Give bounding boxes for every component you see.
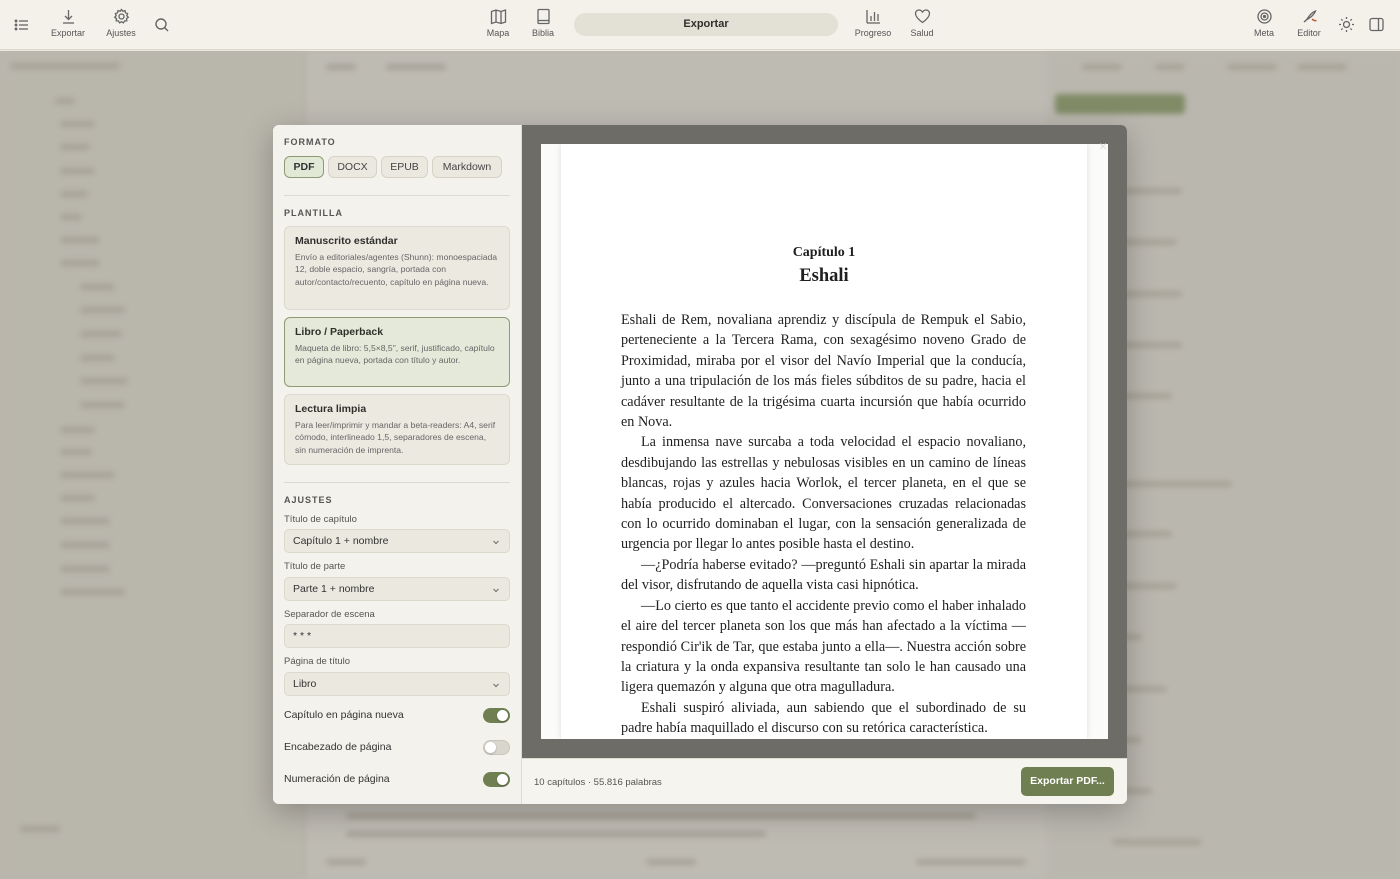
pdf-preview-frame[interactable]: Capítulo 1 Eshali Eshali de Rem, novalia…	[541, 144, 1108, 739]
gear-icon	[113, 8, 129, 24]
page-numbering-toggle[interactable]	[483, 772, 510, 787]
paragraph: Eshali de Rem, novaliana aprendiz y disc…	[621, 312, 1026, 431]
scene-separator-input[interactable]: * * *	[284, 624, 510, 648]
dialog-footer: 10 capítulos · 55.816 palabras Exportar …	[522, 758, 1127, 804]
outline-menu-icon[interactable]	[14, 17, 30, 38]
progress-toolbar-button[interactable]: Progreso	[849, 8, 897, 38]
chapter-label: Capítulo 1	[792, 245, 856, 260]
template-description: Para leer/imprimir y mandar a beta-reade…	[295, 420, 496, 455]
chapter-title-select[interactable]: Capítulo 1 + nombre	[284, 529, 510, 553]
export-toolbar-button[interactable]: Exportar	[44, 8, 92, 38]
page-header-toggle[interactable]	[483, 740, 510, 755]
book-icon	[536, 8, 550, 25]
toggle-row-page-header: Encabezado de página	[284, 738, 510, 756]
format-markdown-button[interactable]: Markdown	[432, 156, 502, 178]
part-title-label: Título de parte	[284, 561, 346, 572]
paragraph: Eshali suspiró aliviada, aun sabiendo qu…	[621, 699, 1026, 737]
template-title: Libro / Paperback	[295, 326, 384, 338]
settings-toolbar-button[interactable]: Ajustes	[97, 8, 145, 38]
title-page-label: Página de título	[284, 656, 351, 667]
scene-separator-value: * * *	[293, 630, 312, 642]
chevron-down-icon	[493, 588, 499, 593]
part-title-value: Parte 1 + nombre	[293, 583, 375, 595]
divider	[284, 482, 510, 483]
toggle-label: Encabezado de página	[284, 741, 392, 753]
progress-toolbar-label: Progreso	[854, 28, 892, 38]
bible-toolbar-button[interactable]: Biblia	[519, 8, 567, 38]
target-icon	[1256, 9, 1272, 24]
editor-toolbar-label: Editor	[1297, 28, 1321, 38]
template-description: Envío a editoriales/agentes (Shunn): mon…	[295, 252, 498, 287]
template-title: Lectura limpia	[295, 403, 367, 415]
quill-icon	[1303, 9, 1317, 23]
chevron-down-icon	[493, 683, 499, 688]
toggle-label: Numeración de página	[284, 773, 390, 785]
settings-toolbar-label: Ajustes	[106, 28, 136, 38]
goal-toolbar-button[interactable]: Meta	[1240, 8, 1288, 38]
bible-toolbar-label: Biblia	[531, 28, 554, 38]
chevron-down-icon	[493, 540, 499, 545]
format-pdf-button[interactable]: PDF	[284, 156, 324, 178]
health-toolbar-label: Salud	[910, 28, 934, 38]
toggle-label: Capítulo en página nueva	[284, 709, 404, 721]
health-toolbar-button[interactable]: Salud	[898, 8, 946, 38]
template-card-paperback[interactable]: Libro / Paperback Maqueta de libro: 5,5×…	[284, 317, 510, 387]
map-toolbar-button[interactable]: Mapa	[474, 8, 522, 38]
map-icon	[490, 9, 506, 25]
sidebar-toggle-icon[interactable]	[1368, 16, 1385, 38]
template-title: Manuscrito estándar	[295, 235, 398, 247]
format-section-title: FORMATO	[284, 137, 336, 147]
title-page-value: Libro	[293, 678, 317, 690]
template-card-clean-reading[interactable]: Lectura limpia Para leer/imprimir y mand…	[284, 394, 510, 465]
chapter-title-value: Capítulo 1 + nombre	[293, 535, 389, 547]
title-page-select[interactable]: Libro	[284, 672, 510, 696]
paragraph: —Lo cierto es que tanto el accidente pre…	[621, 597, 1026, 696]
toggle-row-page-numbering: Numeración de página	[284, 770, 510, 788]
manuscript-stats: 10 capítulos · 55.816 palabras	[534, 777, 662, 788]
close-icon[interactable]: ×	[1099, 138, 1107, 154]
pdf-preview-page: Capítulo 1 Eshali Eshali de Rem, novalia…	[561, 144, 1087, 739]
export-settings-panel: FORMATO PDF DOCX EPUB Markdown PLANTILLA…	[273, 125, 522, 804]
chapter-body: Eshali de Rem, novaliana aprendiz y disc…	[621, 310, 1026, 739]
format-docx-button[interactable]: DOCX	[328, 156, 377, 178]
scene-separator-label: Separador de escena	[284, 609, 375, 620]
export-toolbar-label: Exportar	[50, 28, 85, 38]
chapter-title: Eshali	[799, 266, 849, 286]
map-toolbar-label: Mapa	[486, 28, 510, 38]
format-epub-button[interactable]: EPUB	[381, 156, 428, 178]
template-section-title: PLANTILLA	[284, 208, 343, 218]
bar-chart-icon	[865, 10, 880, 24]
sun-icon[interactable]	[1338, 16, 1355, 38]
export-dialog: FORMATO PDF DOCX EPUB Markdown PLANTILLA…	[273, 125, 1127, 804]
part-title-select[interactable]: Parte 1 + nombre	[284, 577, 510, 601]
top-toolbar: Exportar Ajustes Mapa Biblia Exportar Pr…	[0, 0, 1400, 50]
template-card-manuscript[interactable]: Manuscrito estándar Envío a editoriales/…	[284, 226, 510, 310]
template-description: Maqueta de libro: 5,5×8,5", serif, justi…	[295, 343, 495, 366]
editor-toolbar-button[interactable]: Editor	[1285, 8, 1333, 38]
export-pdf-button[interactable]: Exportar PDF...	[1021, 767, 1114, 796]
chapter-title-label: Título de capítulo	[284, 514, 357, 525]
download-icon	[62, 10, 74, 24]
toggle-row-chapter-new-page: Capítulo en página nueva	[284, 706, 510, 724]
search-icon[interactable]	[154, 17, 170, 38]
paragraph: —¿Podría haberse evitado? —preguntó Esha…	[621, 556, 1026, 594]
divider	[284, 195, 510, 196]
paragraph: La inmensa nave surcaba a toda velocidad…	[621, 434, 1026, 553]
settings-section-title: AJUSTES	[284, 495, 333, 505]
goal-toolbar-label: Meta	[1253, 28, 1274, 38]
heart-icon	[914, 9, 930, 24]
window-title: Exportar	[574, 13, 838, 36]
chapter-new-page-toggle[interactable]	[483, 708, 510, 723]
